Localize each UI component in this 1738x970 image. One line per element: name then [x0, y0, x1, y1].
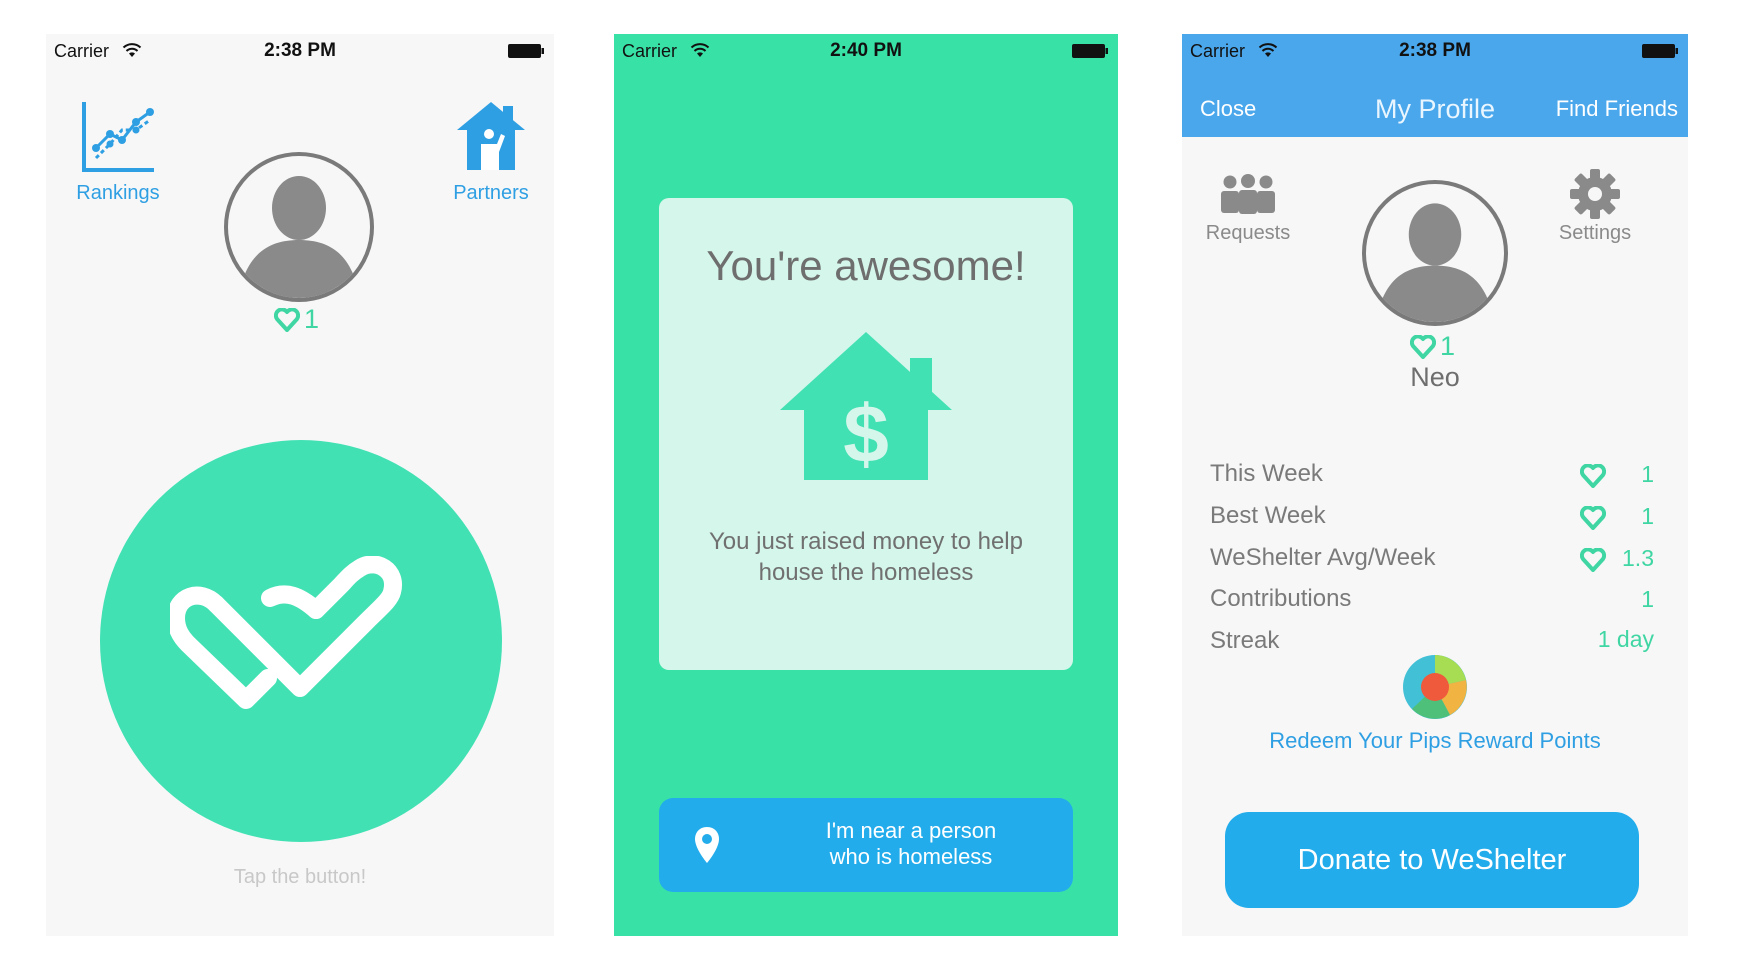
settings-gear-icon: [1570, 169, 1620, 219]
redeem-pips-link[interactable]: Redeem Your Pips Reward Points: [1182, 728, 1688, 754]
location-pin-icon: [695, 827, 719, 863]
house-dollar-icon: $: [780, 332, 952, 480]
find-friends-button[interactable]: Find Friends: [1556, 96, 1678, 122]
battery-icon: [1072, 44, 1108, 58]
profile-screen: Carrier 2:38 PM Close My Profile Find Fr…: [1182, 34, 1688, 936]
heart-icon: [1580, 548, 1606, 572]
near-homeless-button[interactable]: I'm near a person who is homeless: [659, 798, 1073, 892]
heart-counter: 1: [1410, 330, 1470, 364]
pips-logo-icon: [1403, 655, 1467, 719]
stat-label: Best Week: [1210, 502, 1326, 529]
partners-label: Partners: [453, 182, 529, 204]
stat-value: 1: [1641, 586, 1654, 612]
requests-button[interactable]: Requests: [1200, 174, 1296, 248]
near-button-label: I'm near a person who is homeless: [749, 818, 1073, 870]
requests-group-icon: [1221, 174, 1275, 214]
avatar[interactable]: [224, 152, 374, 302]
settings-label: Settings: [1558, 222, 1632, 244]
stat-value: 1.3: [1622, 545, 1654, 571]
status-time: 2:38 PM: [1399, 40, 1471, 61]
near-button-line2: who is homeless: [829, 844, 993, 869]
heart-count: 1: [1440, 331, 1456, 361]
avatar-person-icon: [1375, 203, 1495, 322]
rankings-chart-icon: [82, 102, 154, 172]
partners-house-icon: [457, 102, 525, 170]
settings-button[interactable]: Settings: [1540, 168, 1650, 248]
card-message-line2: house the homeless: [758, 559, 974, 586]
card-title: You're awesome!: [706, 242, 1026, 289]
stat-value: 1 day: [1597, 626, 1654, 652]
near-button-line1: I'm near a person: [825, 818, 997, 843]
stat-label: WeShelter Avg/Week: [1210, 544, 1436, 571]
username: Neo: [1410, 362, 1460, 392]
status-time: 2:38 PM: [264, 40, 336, 61]
battery-icon: [1642, 44, 1678, 58]
status-bar: Carrier 2:40 PM: [614, 34, 1118, 68]
stat-label: Streak: [1210, 627, 1280, 654]
stat-value: 1: [1641, 461, 1654, 487]
heart-icon: [1580, 506, 1606, 530]
status-bar: Carrier 2:38 PM: [1182, 34, 1688, 68]
heart-count: 1: [304, 304, 320, 334]
thank-you-screen: Carrier 2:40 PM You're awesome! $ You ju…: [614, 34, 1118, 936]
weshelter-logo-icon: [170, 556, 402, 709]
stat-value: 1: [1641, 503, 1654, 529]
heart-counter: 1: [274, 302, 334, 338]
tap-hint: Tap the button!: [233, 866, 367, 888]
avatar-person-icon: [238, 176, 360, 298]
rankings-label: Rankings: [76, 182, 160, 204]
avatar[interactable]: [1362, 180, 1508, 326]
partners-button[interactable]: Partners: [446, 94, 536, 210]
svg-text:$: $: [843, 389, 889, 480]
battery-icon: [508, 44, 544, 58]
donate-button-label: Donate to WeShelter: [1297, 844, 1567, 876]
status-time: 2:40 PM: [830, 40, 902, 61]
nav-bar: Carrier 2:38 PM Close My Profile Find Fr…: [1182, 34, 1688, 137]
donate-button[interactable]: Donate to WeShelter: [1225, 812, 1639, 908]
stat-label: Contributions: [1210, 585, 1352, 612]
donate-tap-button[interactable]: [100, 440, 502, 842]
status-bar: Carrier 2:38 PM: [46, 34, 554, 68]
stat-label: This Week: [1210, 460, 1323, 487]
success-card: You're awesome! $ You just raised money …: [659, 198, 1073, 670]
home-screen: Carrier 2:38 PM Rankings 1 Partners Tap …: [46, 34, 554, 936]
requests-label: Requests: [1205, 222, 1291, 244]
heart-icon: [274, 308, 300, 332]
card-message-line1: You just raised money to help: [709, 528, 1023, 555]
heart-icon: [1410, 335, 1436, 359]
rankings-button[interactable]: Rankings: [68, 100, 168, 210]
heart-icon: [1580, 464, 1606, 488]
card-message: You just raised money to help house the …: [659, 526, 1073, 588]
